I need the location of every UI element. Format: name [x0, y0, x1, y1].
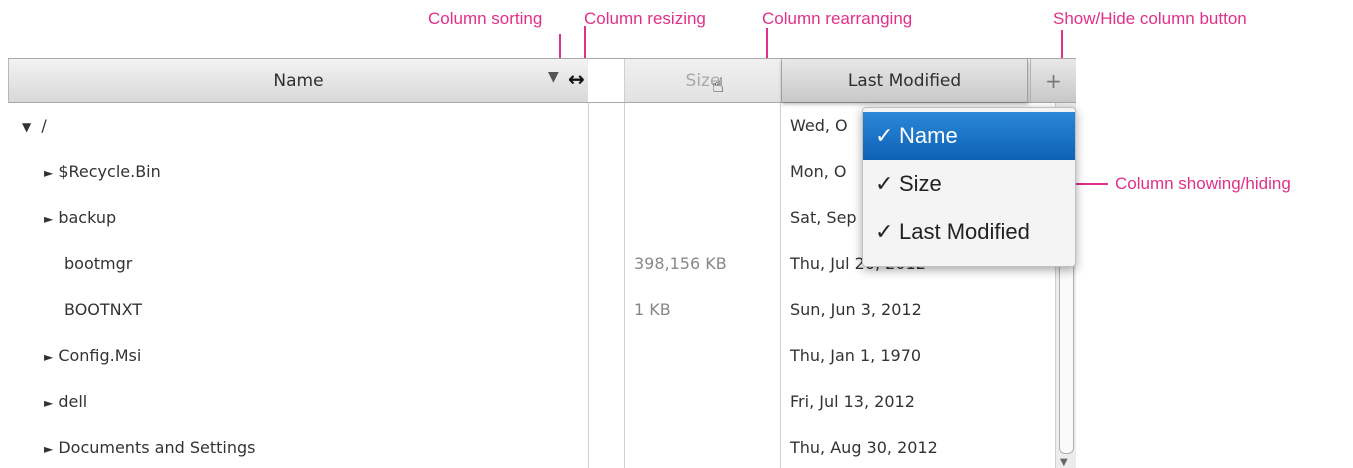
row-size: 398,156 KB [634, 254, 727, 273]
menu-item-name[interactable]: ✓ Name [863, 112, 1075, 160]
menu-item-size[interactable]: ✓ Size [863, 160, 1075, 208]
checkmark-icon: ✓ [875, 219, 894, 244]
row-name-text: / [41, 116, 47, 135]
sort-descending-icon[interactable]: ▼ [548, 69, 559, 85]
resize-cursor-icon[interactable]: ↔ [568, 67, 585, 91]
row-size: 1 KB [634, 300, 671, 319]
column-header-name-label: Name [273, 71, 324, 91]
menu-item-label: Size [899, 171, 942, 196]
row-name: bootmgr [64, 241, 132, 287]
menu-item-label: Last Modified [899, 219, 1030, 244]
plus-icon: + [1045, 69, 1062, 93]
row-name: ► dell [44, 379, 87, 425]
expand-arrow-icon[interactable]: ► [44, 350, 53, 364]
menu-item-label: Name [899, 123, 958, 148]
column-header-name[interactable]: Name [8, 59, 588, 102]
row-name: BOOTNXT [64, 287, 142, 333]
row-name-text: BOOTNXT [64, 300, 143, 319]
expand-arrow-icon[interactable]: ► [44, 166, 53, 180]
row-last-modified: Thu, Aug 30, 2012 [790, 438, 938, 457]
checkmark-icon: ✓ [875, 171, 894, 196]
annotation-column-rearranging: Column rearranging [762, 9, 913, 28]
row-name-text: Documents and Settings [58, 438, 256, 457]
row-name-text: backup [58, 208, 117, 227]
table-row[interactable]: ► Documents and Settings Thu, Aug 30, 20… [8, 425, 1048, 468]
checkmark-icon: ✓ [875, 123, 894, 148]
row-name-text: dell [58, 392, 88, 411]
collapse-arrow-icon[interactable]: ▼ [22, 120, 31, 134]
expand-arrow-icon[interactable]: ► [44, 212, 53, 226]
row-name: ► Config.Msi [44, 333, 141, 379]
row-last-modified: Wed, O [790, 116, 848, 135]
table-row[interactable]: ► Config.Msi Thu, Jan 1, 1970 [8, 333, 1048, 379]
table-header: Name ▼ ↔ Size ☝ Last Modified + [8, 58, 1076, 103]
column-drag-gap [588, 59, 624, 102]
column-header-last-modified-label: Last Modified [847, 71, 962, 91]
row-name: ▼ / [22, 103, 47, 149]
table-row[interactable]: ► dell Fri, Jul 13, 2012 [8, 379, 1048, 425]
hand-cursor-icon: ☝ [712, 73, 725, 97]
column-header-last-modified[interactable]: Last Modified [782, 59, 1028, 102]
row-name: ► Documents and Settings [44, 425, 255, 468]
annotation-show-hide-button: Show/Hide column button [1053, 9, 1247, 28]
row-name-text: Config.Msi [58, 346, 142, 365]
row-last-modified: Mon, O [790, 162, 847, 181]
row-name: ► backup [44, 195, 116, 241]
scroll-down-arrow-icon[interactable]: ▼ [1060, 457, 1068, 468]
annotation-column-showing-hiding: Column showing/hiding [1115, 174, 1291, 193]
column-header-size[interactable]: Size [624, 59, 782, 102]
annotation-column-resizing: Column resizing [584, 9, 706, 28]
annotation-column-sorting: Column sorting [428, 9, 543, 28]
table-row[interactable]: BOOTNXT 1 KB Sun, Jun 3, 2012 [8, 287, 1048, 333]
row-name-text: $Recycle.Bin [58, 162, 161, 181]
row-last-modified: Fri, Jul 13, 2012 [790, 392, 915, 411]
column-visibility-menu[interactable]: ✓ Name ✓ Size ✓ Last Modified [862, 107, 1076, 267]
row-last-modified: Thu, Jan 1, 1970 [790, 346, 922, 365]
show-hide-column-button[interactable]: + [1030, 59, 1076, 102]
menu-item-last-modified[interactable]: ✓ Last Modified [863, 208, 1075, 256]
expand-arrow-icon[interactable]: ► [44, 442, 53, 456]
row-last-modified: Sun, Jun 3, 2012 [790, 300, 922, 319]
row-name-text: bootmgr [64, 254, 133, 273]
expand-arrow-icon[interactable]: ► [44, 396, 53, 410]
row-name: ► $Recycle.Bin [44, 149, 161, 195]
row-last-modified: Sat, Sep [790, 208, 857, 227]
